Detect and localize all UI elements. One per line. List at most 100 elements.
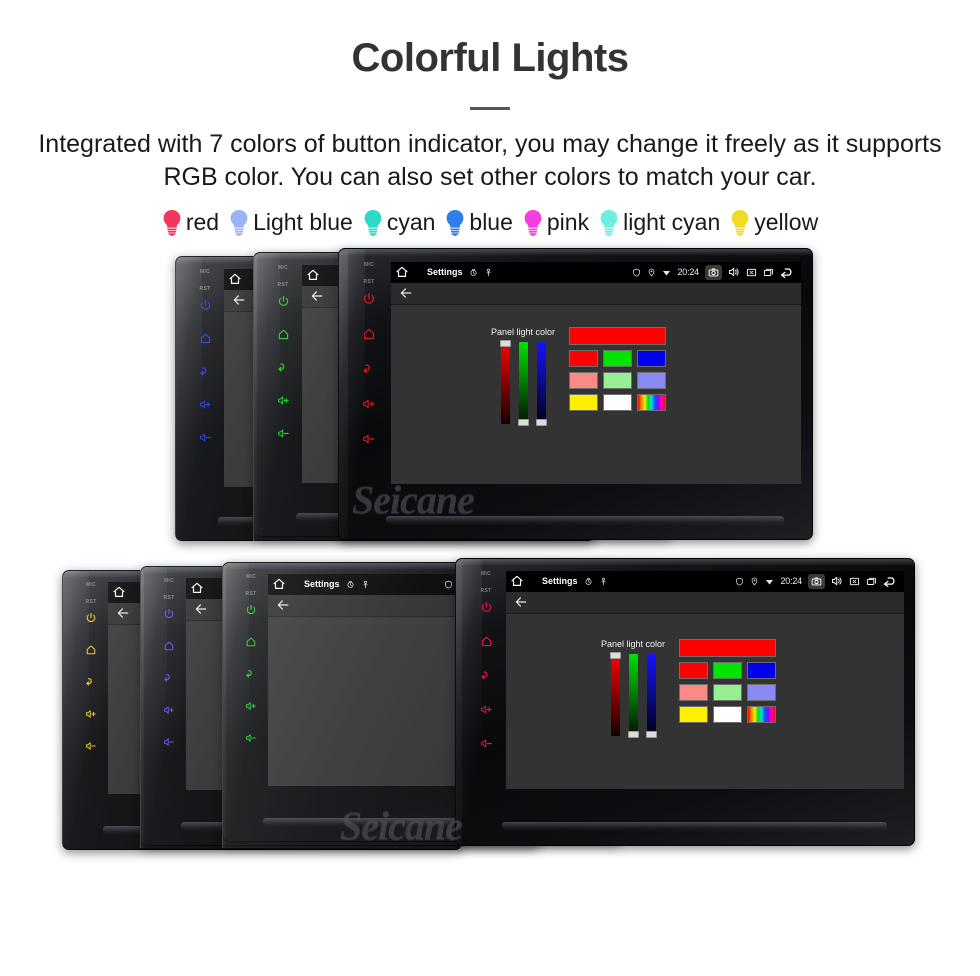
swatch-2-0[interactable] <box>569 393 599 411</box>
volume-icon[interactable] <box>831 575 843 587</box>
arrow-left-icon[interactable] <box>232 293 246 307</box>
swatch-rainbow[interactable] <box>637 393 667 411</box>
home-icon[interactable] <box>277 328 290 341</box>
back-icon[interactable] <box>277 361 290 374</box>
blue-slider[interactable] <box>535 341 547 426</box>
swatch-0-1[interactable] <box>603 349 633 367</box>
arrow-left-icon[interactable] <box>276 598 290 612</box>
volume-up-icon[interactable] <box>163 704 175 716</box>
arrow-left-icon[interactable] <box>116 606 130 620</box>
volume-up-icon[interactable] <box>480 703 493 716</box>
arrow-left-icon[interactable] <box>310 289 324 303</box>
volume-icon[interactable] <box>728 266 740 278</box>
power-icon[interactable] <box>199 299 212 312</box>
power-icon[interactable] <box>85 612 97 624</box>
close-box-icon[interactable] <box>746 267 757 278</box>
recents-icon[interactable] <box>866 576 877 587</box>
volume-up-icon[interactable] <box>85 708 97 720</box>
home-icon[interactable] <box>510 574 524 588</box>
volume-up-icon[interactable] <box>199 398 212 411</box>
swatch-0-2[interactable] <box>747 661 777 679</box>
volume-down-icon[interactable] <box>480 737 493 750</box>
swatch-2-1[interactable] <box>713 705 743 723</box>
recents-icon[interactable] <box>763 267 774 278</box>
side-button-panel: MIC RST <box>469 571 503 751</box>
volume-up-icon[interactable] <box>277 394 290 407</box>
arrow-left-icon[interactable] <box>514 595 528 609</box>
swatch-0-0[interactable] <box>679 661 709 679</box>
home-icon[interactable] <box>199 332 212 345</box>
home-icon[interactable] <box>362 327 376 341</box>
red-slider[interactable] <box>499 339 511 424</box>
swatch-1-0[interactable] <box>569 371 599 389</box>
power-icon[interactable] <box>245 604 257 616</box>
swatch-1-1[interactable] <box>603 371 633 389</box>
home-icon[interactable] <box>112 585 126 599</box>
volume-down-icon[interactable] <box>362 432 376 446</box>
camera-icon[interactable] <box>808 573 825 589</box>
home-icon[interactable] <box>228 272 242 286</box>
red-slider-thumb[interactable] <box>609 651 621 659</box>
swatch-0-1[interactable] <box>713 661 743 679</box>
green-slider-thumb[interactable] <box>627 730 639 738</box>
swatch-0-0[interactable] <box>569 349 599 367</box>
rotation-icon[interactable] <box>469 268 478 277</box>
blue-slider-thumb[interactable] <box>535 418 547 426</box>
volume-down-icon[interactable] <box>199 431 212 444</box>
color-preview-swatch[interactable] <box>679 638 777 657</box>
color-preview-swatch[interactable] <box>569 326 667 345</box>
pin-icon[interactable] <box>484 268 493 277</box>
arrow-left-icon[interactable] <box>399 286 413 300</box>
pin-icon[interactable] <box>361 580 370 589</box>
volume-down-icon[interactable] <box>85 740 97 752</box>
swatch-rainbow[interactable] <box>747 705 777 723</box>
arrow-left-icon[interactable] <box>194 602 208 616</box>
blue-slider[interactable] <box>645 653 657 738</box>
power-icon[interactable] <box>362 292 376 306</box>
close-box-icon[interactable] <box>849 576 860 587</box>
home-icon[interactable] <box>272 577 286 591</box>
swatch-1-1[interactable] <box>713 683 743 701</box>
volume-up-icon[interactable] <box>245 700 257 712</box>
rotation-icon[interactable] <box>584 577 593 586</box>
home-icon[interactable] <box>480 635 493 648</box>
home-icon[interactable] <box>190 581 204 595</box>
volume-down-icon[interactable] <box>277 427 290 440</box>
back-icon[interactable] <box>85 676 97 688</box>
swatch-1-2[interactable] <box>637 371 667 389</box>
power-icon[interactable] <box>277 295 290 308</box>
back-icon[interactable] <box>163 672 175 684</box>
back-icon[interactable] <box>362 362 376 376</box>
swatch-1-0[interactable] <box>679 683 709 701</box>
swatch-2-0[interactable] <box>679 705 709 723</box>
back-icon[interactable] <box>199 365 212 378</box>
volume-up-icon[interactable] <box>362 397 376 411</box>
red-slider[interactable] <box>609 651 621 736</box>
home-icon[interactable] <box>163 640 175 652</box>
back-icon[interactable] <box>480 669 493 682</box>
back-icon[interactable] <box>245 668 257 680</box>
camera-icon[interactable] <box>705 264 722 280</box>
green-slider[interactable] <box>517 341 529 426</box>
home-icon[interactable] <box>306 268 320 282</box>
back-loop-icon[interactable] <box>780 265 795 280</box>
touchscreen-display[interactable]: Settings 20:24 Panel light color <box>391 261 801 484</box>
blue-slider-thumb[interactable] <box>645 730 657 738</box>
home-icon[interactable] <box>395 265 409 279</box>
swatch-0-2[interactable] <box>637 349 667 367</box>
green-slider-thumb[interactable] <box>517 418 529 426</box>
red-slider-thumb[interactable] <box>499 339 511 347</box>
rotation-icon[interactable] <box>346 580 355 589</box>
power-icon[interactable] <box>480 601 493 614</box>
green-slider[interactable] <box>627 653 639 738</box>
volume-down-icon[interactable] <box>163 736 175 748</box>
pin-icon[interactable] <box>599 577 608 586</box>
home-icon[interactable] <box>245 636 257 648</box>
swatch-1-2[interactable] <box>747 683 777 701</box>
power-icon[interactable] <box>163 608 175 620</box>
home-icon[interactable] <box>85 644 97 656</box>
volume-down-icon[interactable] <box>245 732 257 744</box>
touchscreen-display[interactable]: Settings 20:24 Panel light color <box>506 570 904 789</box>
back-loop-icon[interactable] <box>883 574 898 589</box>
swatch-2-1[interactable] <box>603 393 633 411</box>
